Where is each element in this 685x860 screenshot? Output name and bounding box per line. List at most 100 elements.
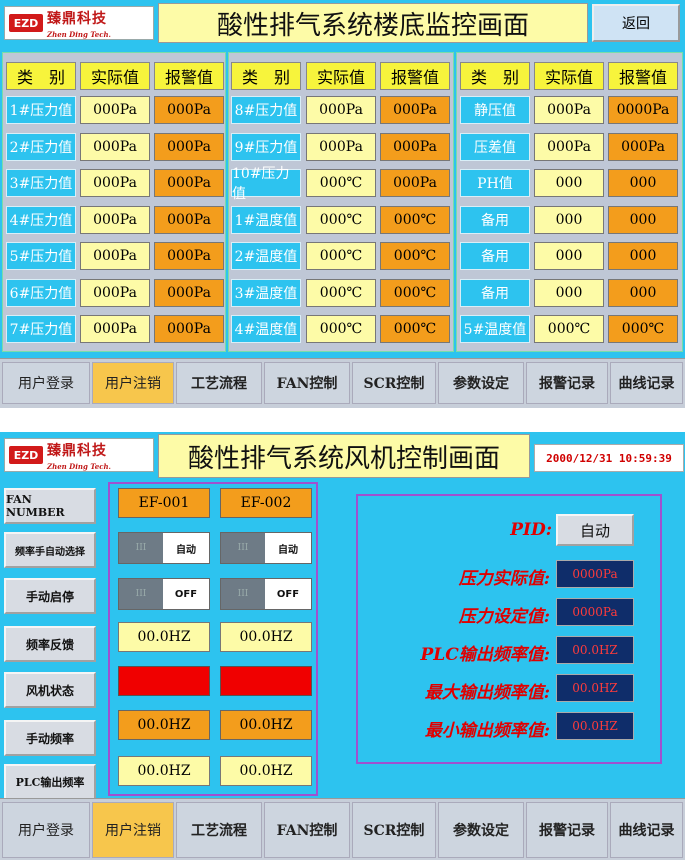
nav-4[interactable]: FAN控制: [264, 362, 350, 404]
alarm-value[interactable]: 000Pa: [154, 242, 224, 270]
alarm-value[interactable]: 000Pa: [380, 132, 450, 161]
actual-value: 000: [534, 205, 604, 234]
actual-value: 000Pa: [80, 132, 150, 161]
nav-2[interactable]: 用户注销: [92, 362, 174, 404]
row-label: 压差值: [460, 132, 530, 161]
toggle-knob: III: [221, 533, 265, 563]
row-label: 2#温度值: [231, 242, 301, 270]
actual-value: 000Pa: [80, 242, 150, 270]
nav-2[interactable]: 用户注销: [92, 802, 174, 858]
header-actual: 实际值: [80, 62, 150, 90]
alarm-value[interactable]: 000℃: [608, 315, 678, 343]
header-alarm: 报警值: [154, 62, 224, 90]
mode-toggle-1[interactable]: III 自动: [118, 532, 210, 564]
alarm-value[interactable]: 000Pa: [154, 132, 224, 161]
switch-text: OFF: [276, 588, 300, 600]
actual-value: 000Pa: [534, 96, 604, 124]
nav-8[interactable]: 曲线记录: [610, 362, 683, 404]
side-button-1[interactable]: FAN NUMBER: [4, 488, 96, 524]
side-button-6[interactable]: 手动频率: [4, 720, 96, 756]
logo-mark: EZD: [9, 446, 43, 464]
pid-row-label-4: 最大输出频率值:: [424, 683, 550, 703]
plc-output-frequency-2: 00.0HZ: [220, 756, 312, 786]
nav-3[interactable]: 工艺流程: [176, 802, 262, 858]
pid-row-value-3: 00.0HZ: [556, 636, 634, 664]
row-label: 3#温度值: [231, 278, 301, 307]
pid-row-value-2[interactable]: 0000Pa: [556, 598, 634, 626]
manual-frequency-2[interactable]: 00.0HZ: [220, 710, 312, 740]
header-type: 类 别: [460, 62, 530, 90]
toggle-knob: III: [119, 533, 163, 563]
row-label: 1#压力值: [6, 96, 76, 124]
nav-5[interactable]: SCR控制: [352, 362, 436, 404]
header-actual: 实际值: [306, 62, 376, 90]
row-label: 9#压力值: [231, 132, 301, 161]
alarm-value[interactable]: 000Pa: [380, 96, 450, 124]
alarm-value[interactable]: 000Pa: [608, 132, 678, 161]
mode-toggle-2[interactable]: III 自动: [220, 532, 312, 564]
fan-status-1: [118, 666, 210, 696]
row-label: 4#压力值: [6, 205, 76, 234]
alarm-value[interactable]: 000Pa: [154, 205, 224, 234]
row-label: 8#压力值: [231, 96, 301, 124]
alarm-value[interactable]: 0000Pa: [608, 96, 678, 124]
actual-value: 000Pa: [80, 96, 150, 124]
toggle-knob: III: [221, 579, 265, 609]
alarm-value[interactable]: 000: [608, 205, 678, 234]
alarm-value[interactable]: 000℃: [380, 278, 450, 307]
pid-row-value-1: 0000Pa: [556, 560, 634, 588]
start-stop-toggle-1[interactable]: III OFF: [118, 578, 210, 610]
nav-1[interactable]: 用户登录: [2, 362, 90, 404]
monitor-screen: EZD 臻鼎科技 Zhen Ding Tech. 酸性排气系统楼底监控画面 返回…: [0, 0, 685, 408]
nav-3[interactable]: 工艺流程: [176, 362, 262, 404]
switch-text: OFF: [174, 588, 198, 600]
row-label: 10#压力值: [231, 166, 301, 202]
nav-6[interactable]: 参数设定: [438, 362, 524, 404]
actual-value: 000℃: [306, 242, 376, 270]
side-button-3[interactable]: 手动启停: [4, 578, 96, 614]
alarm-value[interactable]: 000: [608, 169, 678, 197]
page-title: 酸性排气系统风机控制画面: [158, 434, 530, 478]
manual-frequency-1[interactable]: 00.0HZ: [118, 710, 210, 740]
side-button-2[interactable]: 频率手自动选择: [4, 532, 96, 568]
alarm-value[interactable]: 000℃: [380, 205, 450, 234]
side-button-5[interactable]: 风机状态: [4, 672, 96, 708]
actual-value: 000℃: [306, 169, 376, 197]
back-button[interactable]: 返回: [592, 4, 680, 42]
alarm-value[interactable]: 000Pa: [154, 278, 224, 307]
alarm-value[interactable]: 000℃: [380, 242, 450, 270]
company-logo: EZD 臻鼎科技 Zhen Ding Tech.: [4, 438, 154, 472]
nav-1[interactable]: 用户登录: [2, 802, 90, 858]
alarm-value[interactable]: 000Pa: [380, 169, 450, 197]
header-actual: 实际值: [534, 62, 604, 90]
alarm-value[interactable]: 000: [608, 242, 678, 270]
row-label: 静压值: [460, 96, 530, 124]
actual-value: 000Pa: [80, 205, 150, 234]
alarm-value[interactable]: 000Pa: [154, 315, 224, 343]
row-label: PH值: [460, 169, 530, 197]
page-title: 酸性排气系统楼底监控画面: [158, 3, 588, 43]
actual-value: 000Pa: [80, 315, 150, 343]
row-label: 6#压力值: [6, 278, 76, 307]
actual-value: 000℃: [306, 205, 376, 234]
company-logo: EZD 臻鼎科技 Zhen Ding Tech.: [4, 6, 154, 40]
alarm-value[interactable]: 000Pa: [154, 169, 224, 197]
alarm-value[interactable]: 000: [608, 278, 678, 307]
alarm-value[interactable]: 000Pa: [154, 96, 224, 124]
frequency-feedback-1: 00.0HZ: [118, 622, 210, 652]
alarm-value[interactable]: 000℃: [380, 315, 450, 343]
side-button-4[interactable]: 频率反馈: [4, 626, 96, 662]
pid-mode-button[interactable]: 自动: [556, 514, 634, 546]
logo-en-text: Zhen Ding Tech.: [47, 29, 111, 39]
mode-text: 自动: [278, 544, 298, 556]
row-label: 备用: [460, 205, 530, 234]
side-button-7[interactable]: PLC输出频率: [4, 764, 96, 800]
nav-6[interactable]: 参数设定: [438, 802, 524, 858]
pid-row-value-4: 00.0HZ: [556, 674, 634, 702]
nav-7[interactable]: 报警记录: [526, 802, 608, 858]
start-stop-toggle-2[interactable]: III OFF: [220, 578, 312, 610]
nav-4[interactable]: FAN控制: [264, 802, 350, 858]
nav-7[interactable]: 报警记录: [526, 362, 608, 404]
nav-5[interactable]: SCR控制: [352, 802, 436, 858]
nav-8[interactable]: 曲线记录: [610, 802, 683, 858]
